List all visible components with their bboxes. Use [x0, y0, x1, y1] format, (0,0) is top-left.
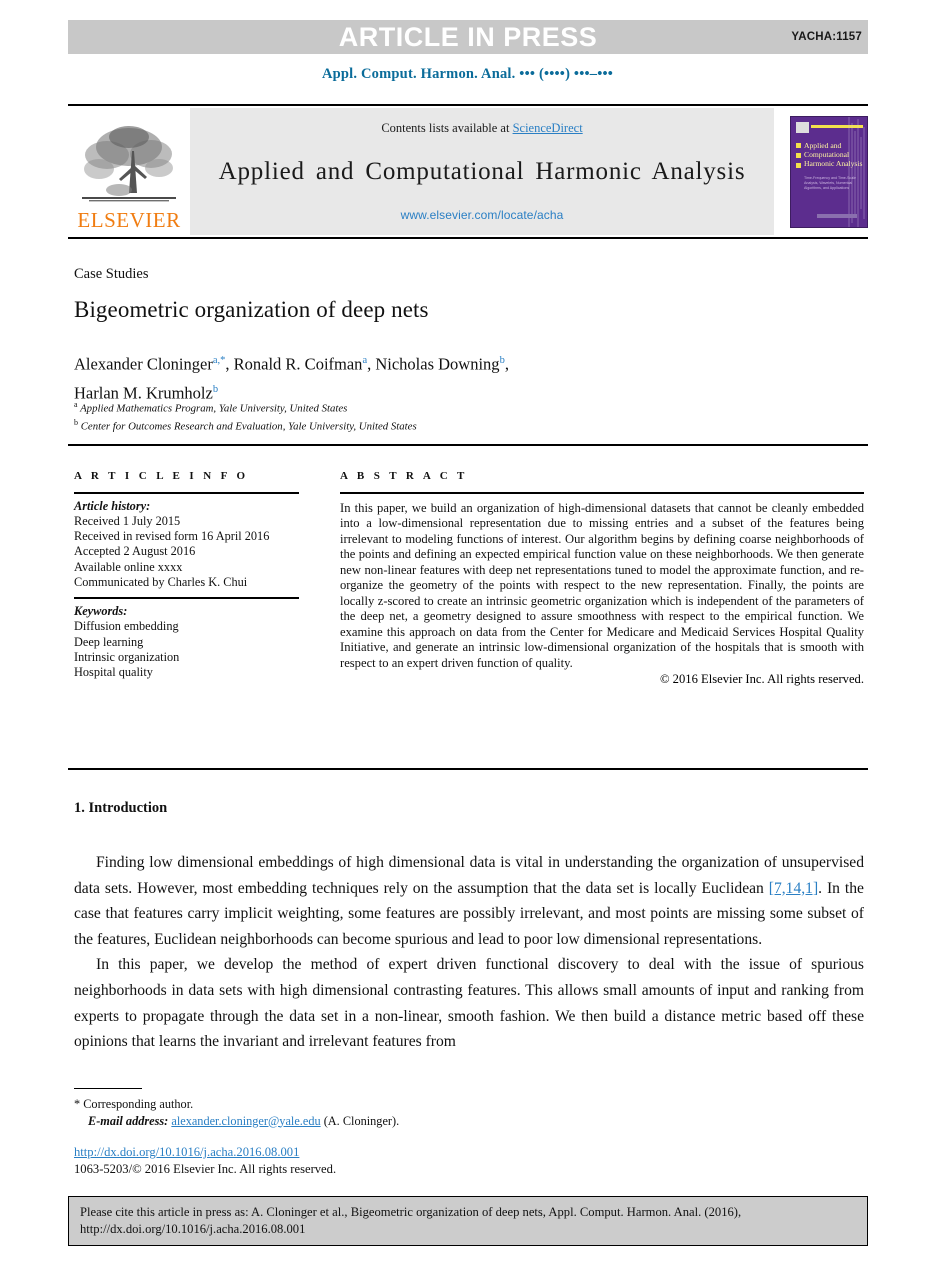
author-name: Alexander Cloninger	[74, 354, 213, 374]
masthead-center-panel: Contents lists available at ScienceDirec…	[190, 108, 774, 235]
keyword-item: Hospital quality	[74, 665, 153, 680]
paragraph-1: Finding low dimensional embeddings of hi…	[74, 850, 864, 952]
contents-available-line: Contents lists available at ScienceDirec…	[381, 121, 582, 136]
article-in-press-banner: ARTICLE IN PRESS YACHA:1157	[68, 20, 868, 54]
introduction-heading: 1. Introduction	[74, 800, 168, 816]
introduction-body: Finding low dimensional embeddings of hi…	[74, 850, 864, 1055]
keyword-item: Diffusion embedding	[74, 619, 179, 634]
corresponding-author-note: * Corresponding author.	[74, 1097, 194, 1111]
journal-cover-thumbnail: Applied and Computational Harmonic Analy…	[790, 108, 868, 235]
elsevier-wordmark: ELSEVIER	[77, 208, 181, 232]
journal-title: Applied and Computational Harmonic Analy…	[218, 158, 746, 185]
keyword-item: Intrinsic organization	[74, 649, 180, 664]
article-id-label: YACHA:1157	[791, 31, 862, 43]
running-head: Appl. Comput. Harmon. Anal. ••• (••••) •…	[321, 66, 614, 82]
affiliation-text: Center for Outcomes Research and Evaluat…	[80, 420, 417, 433]
abstract-column: In this paper, we build an organization …	[340, 492, 864, 687]
paragraph-2: In this paper, we develop the method of …	[74, 956, 864, 1051]
masthead-rule-top	[68, 104, 868, 106]
author-name: Nicholas Downing	[375, 354, 500, 374]
author-name: Ronald R. Coifman	[233, 354, 363, 374]
email-attribution: (A. Cloninger).	[323, 1113, 400, 1128]
journal-cover-image: Applied and Computational Harmonic Analy…	[790, 115, 868, 228]
cover-footer-bar	[817, 213, 857, 218]
author-affiliation-mark[interactable]: a	[362, 355, 367, 366]
issn-copyright-line: 1063-5203/© 2016 Elsevier Inc. All right…	[74, 1161, 337, 1176]
author-affiliation-mark[interactable]: b	[500, 355, 505, 366]
history-item: Received 1 July 2015	[74, 513, 181, 528]
citation-link[interactable]: [7,14,1]	[769, 880, 818, 897]
author-list: Alexander Cloningera,*, Ronald R. Coifma…	[74, 354, 509, 403]
history-item: Available online xxxx	[74, 559, 183, 574]
article-in-press-label: ARTICLE IN PRESS	[338, 21, 598, 52]
email-label: E-mail address:	[88, 1113, 169, 1128]
journal-homepage-link[interactable]: www.elsevier.com/locate/acha	[401, 208, 564, 222]
author-affiliation-mark[interactable]: b	[213, 384, 218, 395]
abstract-copyright: © 2016 Elsevier Inc. All rights reserved…	[659, 672, 864, 687]
cover-publisher-logo-icon	[796, 121, 809, 133]
keywords-block: Keywords: Diffusion embedding Deep learn…	[74, 599, 299, 687]
article-section-label: Case Studies	[74, 266, 149, 282]
history-item: Accepted 2 August 2016	[74, 544, 196, 559]
affiliation-mark: a	[74, 400, 78, 409]
abstract-text: In this paper, we build an organization …	[340, 500, 864, 670]
sciencedirect-link[interactable]: ScienceDirect	[513, 121, 583, 135]
article-info-column: Article history: Received 1 July 2015 Re…	[74, 492, 299, 687]
affiliation-text: Applied Mathematics Program, Yale Univer…	[80, 402, 348, 415]
cover-square-2-icon	[796, 152, 801, 158]
affiliation-item: a Applied Mathematics Program, Yale Univ…	[74, 398, 864, 416]
affiliation-list: a Applied Mathematics Program, Yale Univ…	[74, 398, 864, 434]
info-rule-top	[68, 444, 868, 446]
abstract-heading: A B S T R A C T	[340, 470, 468, 482]
elsevier-logo: ELSEVIER	[68, 108, 190, 235]
contents-prefix: Contents lists available at	[381, 121, 513, 135]
keywords-label: Keywords:	[74, 603, 128, 618]
paragraph-1-part-a: Finding low dimensional embeddings of hi…	[74, 854, 864, 897]
author-affiliation-mark[interactable]: a,*	[213, 355, 226, 366]
doi-link[interactable]: http://dx.doi.org/10.1016/j.acha.2016.08…	[74, 1145, 299, 1159]
info-rule-bottom	[68, 768, 868, 770]
article-history-label: Article history:	[74, 498, 151, 513]
article-history-block: Article history: Received 1 July 2015 Re…	[74, 494, 299, 598]
journal-masthead: ELSEVIER Contents lists available at Sci…	[68, 108, 868, 235]
cover-waveform-icon	[848, 116, 865, 227]
masthead-rule-bottom	[68, 237, 868, 239]
paper-page: ARTICLE IN PRESS YACHA:1157 Appl. Comput…	[0, 0, 935, 1266]
cite-this-article-box: Please cite this article in press as: A.…	[68, 1196, 868, 1246]
keyword-item: Deep learning	[74, 634, 144, 649]
history-item: Communicated by Charles K. Chui	[74, 575, 248, 590]
affiliation-item: b Center for Outcomes Research and Evalu…	[74, 416, 864, 434]
article-info-heading: A R T I C L E I N F O	[74, 470, 249, 482]
history-item: Received in revised form 16 April 2016	[74, 529, 270, 544]
doi-block: http://dx.doi.org/10.1016/j.acha.2016.08…	[74, 1144, 674, 1177]
page-title: Bigeometric organization of deep nets	[74, 297, 429, 322]
cover-square-3-icon	[796, 162, 801, 168]
email-link[interactable]: alexander.cloninger@yale.edu	[171, 1114, 320, 1128]
footnote-block: * Corresponding author. E-mail address: …	[74, 1096, 674, 1129]
affiliation-mark: b	[74, 418, 78, 428]
cover-square-1-icon	[796, 142, 801, 148]
elsevier-tree-icon	[82, 126, 176, 202]
email-note: E-mail address: alexander.cloninger@yale…	[74, 1113, 674, 1130]
footnote-rule	[74, 1088, 142, 1090]
